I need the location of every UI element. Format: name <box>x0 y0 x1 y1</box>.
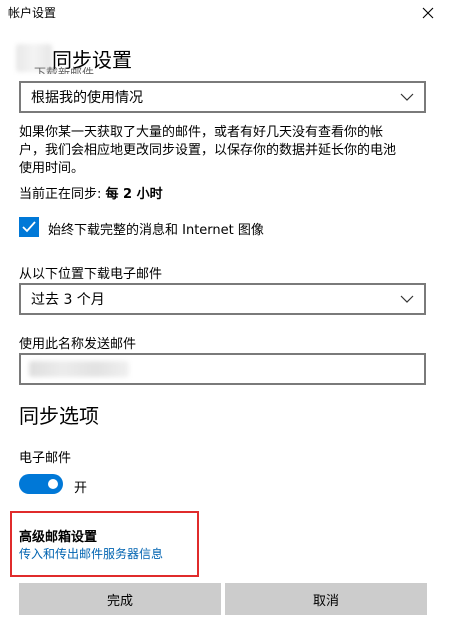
download-from-label: 从以下位置下载电子邮件 <box>19 267 163 282</box>
chevron-down-icon <box>400 295 414 303</box>
server-info-link[interactable]: 传入和传出邮件服务器信息 <box>19 545 163 562</box>
current-sync-status: 当前正在同步: 每 2 小时 <box>19 186 163 204</box>
download-frequency-label: 下载新邮件 <box>34 66 95 74</box>
email-sync-state: 开 <box>74 481 88 496</box>
email-sync-label: 电子邮件 <box>19 451 72 466</box>
cancel-button[interactable]: 取消 <box>225 583 427 615</box>
checkmark-icon <box>22 221 36 233</box>
download-from-select[interactable]: 过去 3 个月 <box>19 283 426 315</box>
current-sync-value: 每 2 小时 <box>105 187 163 202</box>
always-download-checkbox[interactable] <box>19 217 39 237</box>
sync-description-line-1: 如果你某一天获取了大量的邮件，或者有好几天没有查看你的帐 <box>19 125 384 140</box>
sync-description-line-3: 使用时间。 <box>19 161 85 176</box>
always-download-label[interactable]: 始终下载完整的消息和 Internet 图像 <box>48 219 264 238</box>
email-sync-toggle[interactable] <box>19 474 63 494</box>
send-name-label: 使用此名称发送邮件 <box>19 337 137 352</box>
sync-description: 如果你某一天获取了大量的邮件，或者有好几天没有查看你的帐 户，我们会相应地更改同… <box>19 124 439 178</box>
send-name-redacted <box>29 361 129 377</box>
toggle-knob <box>48 479 58 489</box>
download-frequency-value: 根据我的使用情况 <box>31 90 143 106</box>
sync-description-line-2: 户，我们会相应地更改同步设置，以保存你的数据并延长你的电池 <box>19 143 397 158</box>
download-frequency-select[interactable]: 根据我的使用情况 <box>19 81 426 113</box>
close-icon <box>422 7 434 19</box>
download-from-value: 过去 3 个月 <box>31 292 105 308</box>
send-name-input[interactable] <box>19 353 426 385</box>
advanced-settings-title: 高级邮箱设置 <box>19 530 98 545</box>
window-title: 帐户设置 <box>8 6 57 20</box>
sync-options-title: 同步选项 <box>19 404 99 428</box>
current-sync-prefix: 当前正在同步: <box>19 187 106 202</box>
done-button[interactable]: 完成 <box>19 583 221 615</box>
chevron-down-icon <box>400 93 414 101</box>
close-button[interactable] <box>412 0 444 26</box>
